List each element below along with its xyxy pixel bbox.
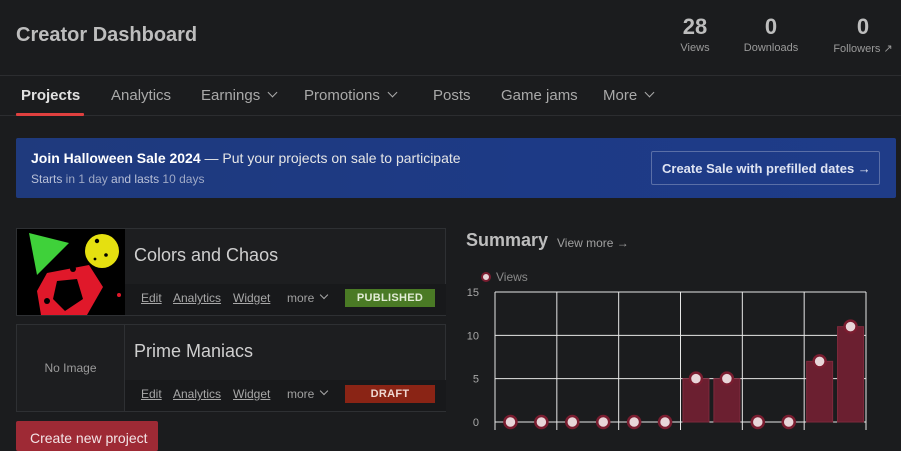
- stat-followers-value: 0: [856, 14, 870, 39]
- stat-downloads[interactable]: 0 Downloads: [740, 14, 802, 54]
- more-menu[interactable]: more: [287, 290, 329, 305]
- colors-and-chaos-cover-image: [17, 229, 125, 315]
- chart-point: [626, 414, 642, 430]
- analytics-link[interactable]: Analytics: [173, 387, 221, 401]
- no-image-placeholder[interactable]: No Image: [17, 325, 125, 411]
- chevron-down-icon: [644, 87, 655, 98]
- project-title[interactable]: Prime Maniacs: [134, 341, 253, 362]
- more-menu[interactable]: more: [287, 386, 329, 401]
- chevron-down-icon: [267, 87, 278, 98]
- tab-earnings-label: Earnings: [201, 87, 261, 104]
- project-thumbnail[interactable]: [17, 229, 125, 315]
- chart-point: [595, 414, 611, 430]
- page-title: Creator Dashboard: [16, 24, 198, 46]
- create-project-button[interactable]: Create new project: [16, 421, 158, 451]
- chart-point: [750, 414, 766, 430]
- analytics-link[interactable]: Analytics: [173, 291, 221, 305]
- tab-earnings[interactable]: Earnings: [201, 87, 278, 104]
- project-title[interactable]: Colors and Chaos: [134, 245, 278, 266]
- widget-link[interactable]: Widget: [233, 387, 270, 401]
- banner-title-strong: Join Halloween Sale 2024: [31, 150, 201, 166]
- project-card: Colors and Chaos Edit Analytics Widget m…: [16, 228, 446, 316]
- chevron-down-icon: [320, 386, 329, 396]
- tab-game-jams-label: Game jams: [501, 87, 578, 104]
- stat-followers-label: Followers ↗: [833, 43, 893, 55]
- banner-sub-days: 10 days: [162, 172, 205, 186]
- status-badge: DRAFT: [345, 385, 435, 403]
- more-label: more: [287, 387, 315, 401]
- tab-analytics-label: Analytics: [111, 87, 172, 104]
- stat-views[interactable]: 28 Views: [676, 14, 714, 54]
- banner-subtitle: Starts in 1 day and lasts 10 days: [31, 172, 204, 186]
- y-tick-label: 5: [473, 374, 479, 386]
- summary-title: Summary: [466, 230, 549, 250]
- y-tick-label: 0: [473, 417, 479, 429]
- views-chart: 0 5 10 15: [467, 287, 867, 430]
- banner-title-rest: — Put your projects on sale to participa…: [200, 150, 461, 166]
- widget-link[interactable]: Widget: [233, 291, 270, 305]
- chart-point: [534, 414, 549, 430]
- chart-point: [812, 354, 827, 369]
- edit-link[interactable]: Edit: [141, 387, 162, 401]
- project-card: No Image Prime Maniacs Edit Analytics Wi…: [16, 324, 446, 412]
- chart-point: [503, 414, 518, 430]
- create-sale-button[interactable]: Create Sale with prefilled dates →: [651, 151, 880, 185]
- tab-posts[interactable]: Posts: [433, 87, 471, 104]
- chart-point: [719, 371, 735, 386]
- project-actions: Edit Analytics Widget more DRAFT: [125, 380, 446, 411]
- stat-views-value: 28: [682, 14, 708, 39]
- stat-followers[interactable]: 0 Followers ↗: [829, 14, 897, 55]
- y-tick-label: 10: [467, 330, 479, 342]
- banner-sub-in: in 1 day: [62, 172, 112, 186]
- tab-more[interactable]: More: [603, 87, 655, 104]
- chart-point: [565, 414, 580, 430]
- chart-point: [657, 414, 673, 430]
- stat-downloads-label: Downloads: [743, 42, 799, 54]
- project-actions: Edit Analytics Widget more PUBLISHED: [125, 284, 446, 315]
- chevron-down-icon: [387, 87, 398, 98]
- more-label: more: [287, 291, 315, 305]
- chart-point: [781, 414, 796, 430]
- active-tab-indicator: [16, 113, 84, 116]
- status-badge: PUBLISHED: [345, 289, 435, 307]
- tab-promotions-label: Promotions: [304, 87, 380, 104]
- tab-analytics[interactable]: Analytics: [111, 87, 171, 104]
- tab-projects[interactable]: Projects: [21, 87, 80, 104]
- y-tick-label: 15: [467, 287, 479, 299]
- tab-more-label: More: [603, 87, 638, 104]
- sale-banner: Join Halloween Sale 2024 — Put your proj…: [16, 138, 896, 198]
- view-more-link[interactable]: View more →: [557, 236, 629, 250]
- stat-downloads-value: 0: [764, 14, 778, 39]
- chart-point: [688, 371, 704, 386]
- chart-bar: [837, 326, 865, 423]
- stat-views-label: Views: [680, 42, 710, 54]
- banner-sub-and: and lasts: [111, 172, 163, 186]
- tab-projects-label: Projects: [21, 87, 81, 104]
- dashboard-header: Creator Dashboard 28 Views 0 Downloads 0…: [0, 0, 901, 76]
- tab-promotions[interactable]: Promotions: [304, 87, 398, 104]
- chevron-down-icon: [320, 290, 329, 300]
- chart-point: [843, 319, 858, 334]
- banner-title: Join Halloween Sale 2024 — Put your proj…: [31, 150, 461, 166]
- main-nav: Projects Analytics Earnings Promotions P…: [0, 77, 901, 116]
- banner-sub-starts: Starts: [31, 172, 63, 186]
- edit-link[interactable]: Edit: [141, 291, 162, 305]
- tab-posts-label: Posts: [433, 87, 471, 104]
- chart-bar: [806, 360, 834, 423]
- tab-game-jams[interactable]: Game jams: [501, 87, 578, 104]
